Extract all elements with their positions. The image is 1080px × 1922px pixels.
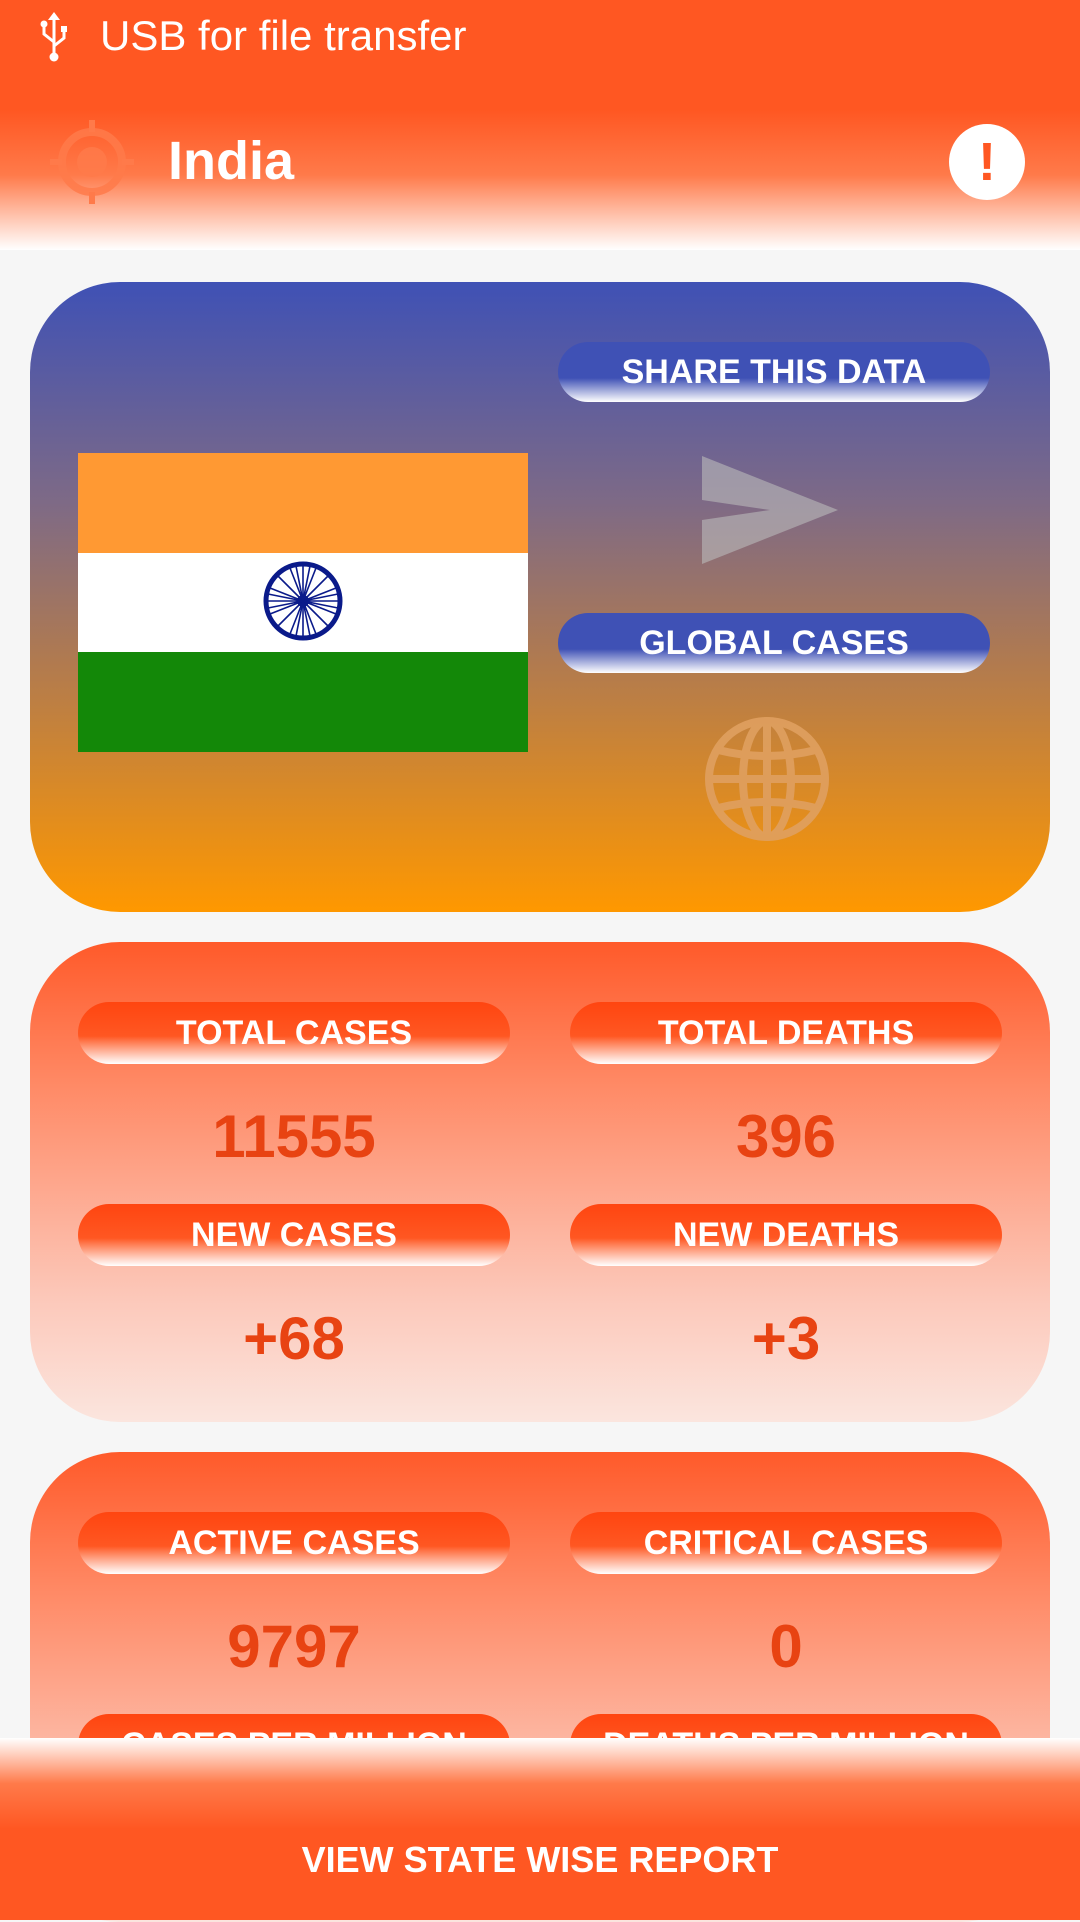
location-icon[interactable]: [50, 120, 134, 204]
status-text: USB for file transfer: [100, 12, 467, 59]
new-cases-label: NEW CASES: [78, 1204, 510, 1266]
share-data-button[interactable]: SHARE THIS DATA: [558, 342, 990, 402]
total-deaths-value: 396: [735, 1103, 837, 1170]
active-cases-label: ACTIVE CASES: [78, 1512, 510, 1574]
critical-cases-label: CRITICAL CASES: [570, 1512, 1002, 1574]
new-cases-value: +68: [243, 1305, 345, 1372]
page-title: India: [168, 131, 295, 191]
total-deaths-label: TOTAL DEATHS: [570, 1002, 1002, 1064]
view-state-report-button[interactable]: VIEW STATE WISE REPORT: [0, 1738, 1080, 1920]
total-cases-label: TOTAL CASES: [78, 1002, 510, 1064]
india-flag-image: [78, 453, 528, 752]
top-header: USB for file transfer India !: [0, 0, 1080, 250]
new-deaths-value: +3: [751, 1305, 821, 1372]
critical-cases-value: 0: [769, 1613, 803, 1680]
send-icon[interactable]: [700, 450, 840, 570]
ashoka-chakra-icon: [263, 561, 343, 641]
info-icon[interactable]: !: [949, 124, 1025, 200]
usb-icon: [40, 12, 67, 62]
global-cases-button[interactable]: GLOBAL CASES: [558, 613, 990, 673]
new-deaths-label: NEW DEATHS: [570, 1204, 1002, 1266]
status-bar: USB for file transfer: [0, 0, 1080, 80]
active-cases-value: 9797: [227, 1613, 361, 1680]
cases-summary-card: TOTAL CASES 11555 TOTAL DEATHS 396 NEW C…: [30, 942, 1050, 1422]
country-card: SHARE THIS DATA GLOBAL CASES: [30, 282, 1050, 912]
globe-icon[interactable]: [702, 714, 832, 844]
total-cases-value: 11555: [212, 1103, 376, 1170]
